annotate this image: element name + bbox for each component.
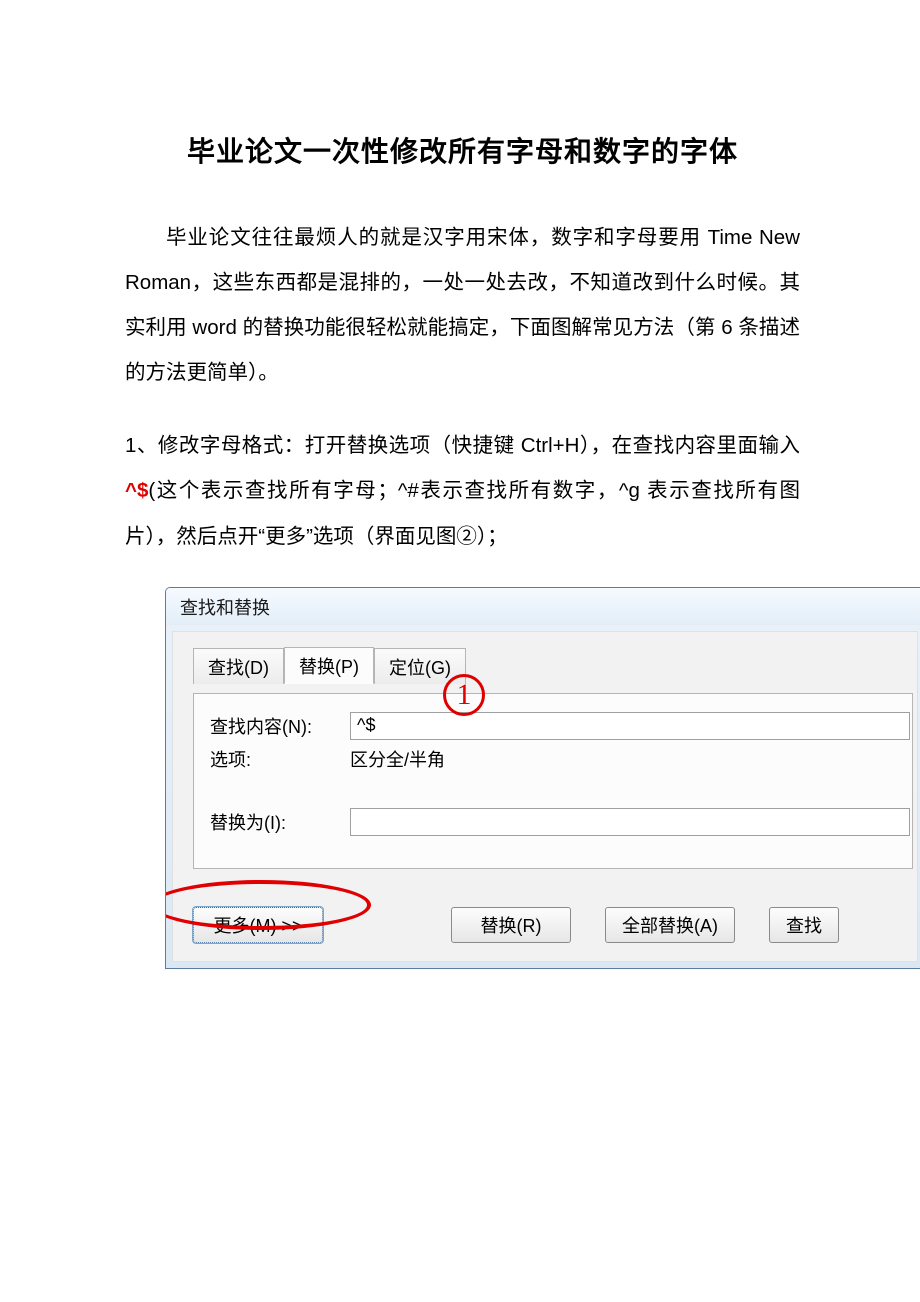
tab-find[interactable]: 查找(D) — [193, 648, 284, 684]
doc-title: 毕业论文一次性修改所有字母和数字的字体 — [125, 130, 800, 170]
paragraph-step1: 1、修改字母格式：打开替换选项（快捷键 Ctrl+H），在查找内容里面输入 ^$(… — [125, 423, 800, 558]
dialog-button-row: 更多(M) >> 替换(R) 全部替换(A) 查找 — [193, 907, 917, 943]
step1-pre: 1、修改字母格式：打开替换选项（快捷键 Ctrl+H），在查找内容里面输入 — [125, 434, 800, 457]
step1-code: ^$ — [125, 479, 148, 502]
replace-with-label: 替换为(I): — [210, 809, 350, 835]
replace-all-button[interactable]: 全部替换(A) — [605, 907, 735, 943]
find-what-input[interactable]: ^$ — [350, 712, 910, 740]
replace-button[interactable]: 替换(R) — [451, 907, 571, 943]
options-value: 区分全/半角 — [350, 746, 912, 772]
tab-replace[interactable]: 替换(P) — [284, 647, 374, 684]
options-label: 选项: — [210, 746, 350, 772]
screenshot-figure: 查找和替换 查找(D) 替换(P) 定位(G) 查找内容(N): — [165, 587, 800, 969]
dialog-tabs: 查找(D) 替换(P) 定位(G) — [193, 646, 917, 683]
dialog-title: 查找和替换 — [166, 588, 920, 625]
find-replace-dialog: 查找和替换 查找(D) 替换(P) 定位(G) 查找内容(N): — [165, 587, 920, 969]
find-what-label: 查找内容(N): — [210, 713, 350, 739]
tab-replace-label: 替换(P) — [299, 657, 359, 677]
replace-with-input[interactable] — [350, 808, 910, 836]
paragraph-intro: 毕业论文往往最烦人的就是汉字用宋体，数字和字母要用 Time New Roman… — [125, 215, 800, 395]
more-button[interactable]: 更多(M) >> — [193, 907, 323, 943]
step1-post: (这个表示查找所有字母；^#表示查找所有数字，^g 表示查找所有图片），然后点开… — [125, 479, 800, 547]
tab-find-label: 查找(D) — [208, 658, 269, 678]
find-next-button[interactable]: 查找 — [769, 907, 839, 943]
annotation-marker-1: 1 — [443, 674, 485, 716]
replace-panel: 查找内容(N): ^$ 选项: 区分全/半角 替换为(I): — [193, 693, 913, 869]
tab-goto-label: 定位(G) — [389, 658, 451, 678]
